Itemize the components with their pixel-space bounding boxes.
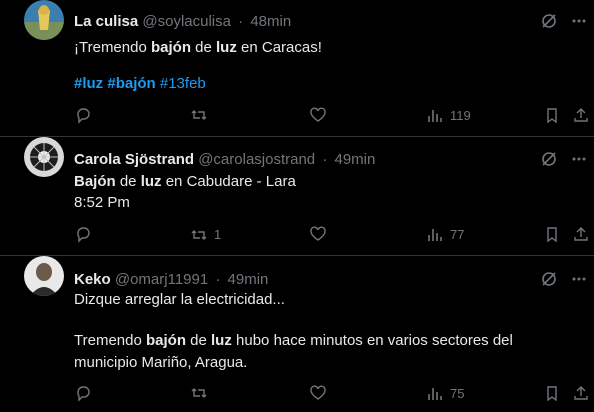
- views-button[interactable]: 119: [426, 106, 471, 126]
- views-icon: [428, 110, 442, 122]
- grok-icon[interactable]: [540, 270, 558, 288]
- views-count: 75: [450, 386, 465, 401]
- display-name[interactable]: La culisa: [74, 13, 138, 30]
- display-name[interactable]: Carola Sjöstrand: [74, 151, 194, 168]
- hashtag[interactable]: #13feb: [160, 75, 206, 92]
- user-handle[interactable]: @omarj11991: [115, 271, 208, 288]
- retweet-button[interactable]: 1: [190, 225, 221, 245]
- hashtag[interactable]: #bajón: [107, 75, 155, 92]
- bookmark-icon: [547, 227, 557, 243]
- separator-dot: ·: [215, 271, 221, 288]
- grok-icon[interactable]: [540, 12, 558, 30]
- retweet-icon: [191, 230, 207, 240]
- reply-icon: [77, 386, 90, 402]
- tweet-text-line: municipio Mariño, Aragua.: [74, 354, 248, 371]
- tweet-header: Carola Sjöstrand @carolasjostrand · 49mi…: [74, 150, 375, 170]
- grok-icon[interactable]: [540, 150, 558, 168]
- tweet-text: ¡Tremendo bajón de luz en Caracas!: [74, 38, 574, 58]
- views-icon: [428, 388, 442, 400]
- like-icon: [310, 107, 326, 122]
- share-button[interactable]: [572, 106, 590, 124]
- timestamp[interactable]: 49min: [228, 271, 269, 288]
- more-icon[interactable]: [570, 12, 588, 30]
- reply-icon: [77, 227, 90, 243]
- avatar[interactable]: [24, 137, 64, 177]
- bookmark-button[interactable]: [543, 106, 561, 124]
- like-button[interactable]: [309, 106, 333, 124]
- text-segment: de: [185, 332, 212, 349]
- separator-dot: ·: [322, 151, 328, 168]
- like-icon: [310, 226, 326, 241]
- bookmark-icon: [547, 108, 557, 124]
- text-segment: en Cabudare - Lara: [161, 173, 296, 190]
- tweet-text-line: Dizque arreglar la electricidad...: [74, 291, 285, 308]
- tweet-text: Bajón de luz en Cabudare - Lara: [74, 172, 574, 192]
- highlight-word: Bajón: [74, 173, 116, 190]
- share-icon: [574, 227, 588, 241]
- tweet-actions: 1 77: [74, 225, 594, 245]
- reply-icon: [77, 108, 90, 124]
- retweet-count: 1: [214, 227, 222, 242]
- hashtag[interactable]: #luz: [74, 75, 103, 92]
- text-segment: ¡Tremendo: [74, 39, 151, 56]
- highlight-word: bajón: [145, 332, 186, 349]
- tweet-text-line: 8:52 Pm: [74, 194, 130, 211]
- avatar[interactable]: [24, 0, 64, 40]
- text-segment: hubo hace minutos en varios sectores del: [231, 332, 513, 349]
- share-icon: [574, 386, 588, 400]
- share-button[interactable]: [572, 384, 590, 402]
- text-segment: de: [115, 173, 141, 190]
- bookmark-button[interactable]: [543, 384, 561, 402]
- tweet-actions: 119: [74, 106, 594, 126]
- views-count: 119: [450, 108, 471, 123]
- retweet-icon: [191, 110, 207, 120]
- text-segment: de: [190, 39, 217, 56]
- user-handle[interactable]: @carolasjostrand: [198, 151, 315, 168]
- text-segment: Tremendo: [74, 332, 146, 349]
- views-button[interactable]: 75: [426, 384, 464, 404]
- timestamp[interactable]: 48min: [250, 13, 291, 30]
- bookmark-icon: [547, 386, 557, 402]
- tweet-hashtags: #luz #bajón #13feb: [74, 74, 574, 94]
- tweet-header-icons: [540, 12, 588, 30]
- more-icon[interactable]: [570, 150, 588, 168]
- like-icon: [310, 385, 326, 400]
- views-button[interactable]: 77: [426, 225, 464, 245]
- reply-button[interactable]: [74, 106, 98, 124]
- share-button[interactable]: [572, 225, 590, 243]
- highlight-word: bajón: [150, 39, 191, 56]
- like-button[interactable]: [309, 225, 333, 243]
- views-count: 77: [450, 227, 465, 242]
- tweet-header-icons: [540, 150, 588, 168]
- retweet-icon: [191, 388, 207, 398]
- like-button[interactable]: [309, 384, 333, 402]
- timestamp[interactable]: 49min: [335, 151, 376, 168]
- highlight-word: luz: [216, 39, 237, 56]
- retweet-button[interactable]: [190, 384, 214, 402]
- tweet-header: La culisa @soylaculisa · 48min: [74, 12, 291, 32]
- display-name[interactable]: Keko: [74, 271, 111, 288]
- separator-dot: ·: [238, 13, 244, 30]
- more-icon[interactable]: [570, 270, 588, 288]
- views-icon: [428, 229, 442, 241]
- tweet-actions: 75: [74, 384, 594, 404]
- timeline-feed: La culisa @soylaculisa · 48min ¡Tremendo…: [0, 0, 594, 412]
- avatar[interactable]: [24, 256, 64, 296]
- reply-button[interactable]: [74, 384, 98, 402]
- retweet-button[interactable]: [190, 106, 214, 124]
- highlight-word: luz: [211, 332, 232, 349]
- tweet-text: Tremendo bajón de luz hubo hace minutos …: [74, 331, 574, 351]
- text-segment: en Caracas!: [236, 39, 322, 56]
- tweet-header-icons: [540, 270, 588, 288]
- bookmark-button[interactable]: [543, 225, 561, 243]
- highlight-word: luz: [140, 173, 162, 190]
- share-icon: [574, 108, 588, 122]
- tweet-header: Keko @omarj11991 · 49min: [74, 270, 268, 290]
- reply-button[interactable]: [74, 225, 98, 243]
- user-handle[interactable]: @soylaculisa: [142, 13, 231, 30]
